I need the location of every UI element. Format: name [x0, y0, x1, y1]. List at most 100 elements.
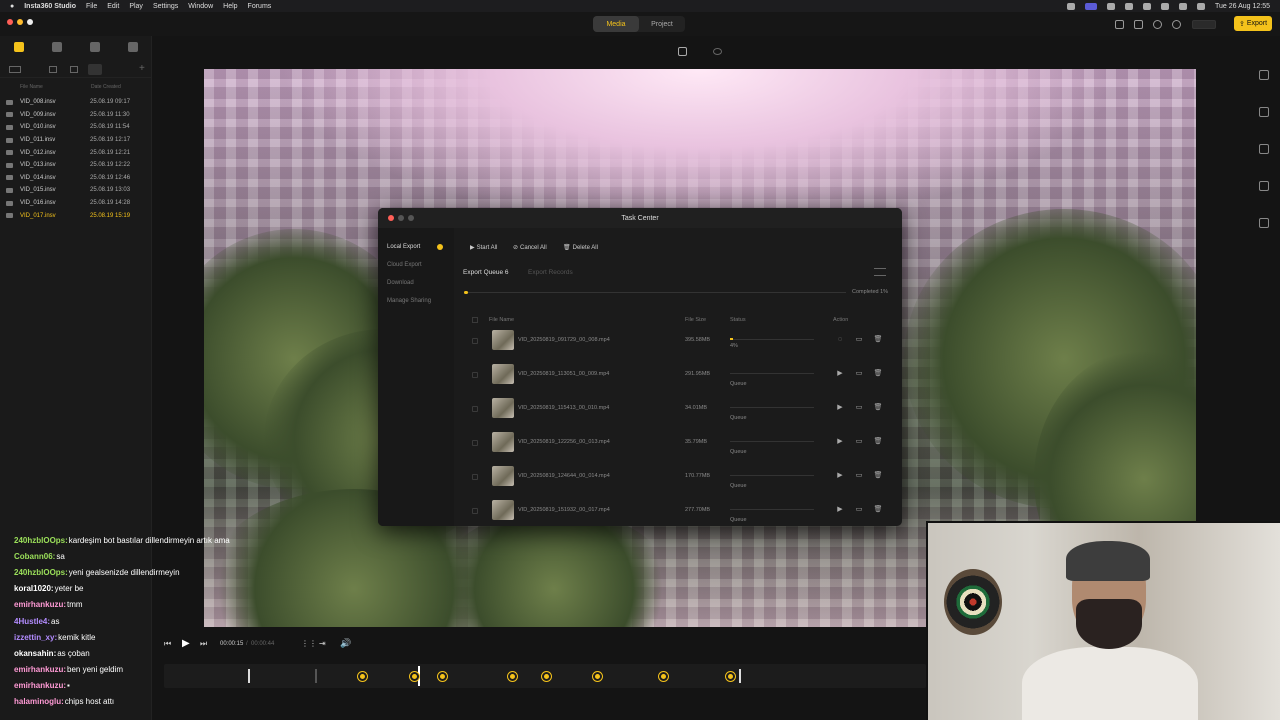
- nav-cloud-export[interactable]: Cloud Export: [387, 262, 422, 268]
- delete-task-icon[interactable]: 🗑: [874, 369, 883, 377]
- column-file-name[interactable]: File Name: [20, 84, 43, 90]
- task-checkbox[interactable]: [472, 406, 478, 412]
- nav-local-export[interactable]: Local Export: [387, 244, 420, 250]
- tab-media[interactable]: Media: [593, 16, 639, 32]
- library-file-row[interactable]: VID_009.insv 25.08.19 11:30: [0, 109, 152, 122]
- cloud-files-icon[interactable]: [90, 42, 100, 52]
- filter-icon[interactable]: [9, 66, 21, 73]
- keyframe[interactable]: [542, 672, 551, 681]
- dialog-zoom-icon[interactable]: [408, 215, 414, 221]
- keyframe[interactable]: [593, 672, 602, 681]
- library-file-row[interactable]: VID_010.insv 25.08.19 11:54: [0, 121, 152, 134]
- open-folder-icon[interactable]: ▭: [855, 403, 863, 411]
- volume-icon[interactable]: 🔊: [340, 638, 351, 649]
- list-view-icon[interactable]: [88, 64, 102, 75]
- local-files-icon[interactable]: [14, 42, 24, 52]
- preview-eye-icon[interactable]: [713, 48, 722, 55]
- delete-task-icon[interactable]: 🗑: [874, 437, 883, 445]
- control-center-icon[interactable]: [1196, 2, 1205, 10]
- stabilize-icon[interactable]: [1259, 144, 1269, 154]
- task-checkbox[interactable]: [472, 474, 478, 480]
- notification-icon[interactable]: [1153, 20, 1162, 29]
- delete-task-icon[interactable]: 🗑: [874, 335, 883, 343]
- delete-task-icon[interactable]: 🗑: [874, 505, 883, 513]
- audio-icon[interactable]: [1259, 218, 1269, 228]
- menubar-clock[interactable]: Tue 26 Aug 12:55: [1215, 3, 1270, 10]
- task-checkbox[interactable]: [472, 372, 478, 378]
- delete-task-icon[interactable]: 🗑: [874, 471, 883, 479]
- trim-icon[interactable]: ⇥: [319, 639, 326, 648]
- keyframe[interactable]: [358, 672, 367, 681]
- library-file-row[interactable]: VID_012.insv 25.08.19 12:21: [0, 146, 152, 159]
- start-task-icon[interactable]: ▶: [836, 471, 844, 479]
- keyframe[interactable]: [410, 672, 419, 681]
- edit-view-icon[interactable]: [678, 47, 687, 56]
- keyframe[interactable]: [726, 672, 735, 681]
- monitor-icon[interactable]: [1106, 2, 1115, 10]
- status-icon[interactable]: [1066, 2, 1075, 10]
- task-checkbox[interactable]: [472, 508, 478, 514]
- menu-help[interactable]: Help: [223, 3, 237, 10]
- effects-icon[interactable]: [1259, 107, 1269, 117]
- column-date-created[interactable]: Date Created: [91, 84, 121, 90]
- grid-view-icon[interactable]: [49, 66, 57, 73]
- export-button[interactable]: ⇪ Export: [1234, 16, 1272, 31]
- close-window-icon[interactable]: [7, 19, 13, 25]
- menu-forums[interactable]: Forums: [248, 3, 272, 10]
- nav-download[interactable]: Download: [387, 280, 414, 286]
- folder-icon[interactable]: [128, 42, 138, 52]
- menu-play[interactable]: Play: [129, 3, 143, 10]
- keyframe[interactable]: [659, 672, 668, 681]
- wifi-icon[interactable]: [1160, 2, 1169, 10]
- tab-export-queue[interactable]: Export Queue 6: [463, 269, 509, 276]
- dialog-close-icon[interactable]: [388, 215, 394, 221]
- library-file-row[interactable]: VID_011.insv 25.08.19 12:17: [0, 134, 152, 147]
- task-checkbox[interactable]: [472, 338, 478, 344]
- tab-project[interactable]: Project: [639, 16, 685, 32]
- task-checkbox[interactable]: [472, 440, 478, 446]
- start-all-button[interactable]: ▶ Start All: [470, 244, 497, 252]
- start-task-icon[interactable]: ▶: [836, 369, 844, 377]
- library-file-row[interactable]: VID_015.insv 25.08.19 13:03: [0, 184, 152, 197]
- pause-task-icon[interactable]: ◌: [836, 335, 844, 343]
- nav-manage-sharing[interactable]: Manage Sharing: [387, 298, 431, 304]
- tab-export-records[interactable]: Export Records: [528, 269, 573, 276]
- app-menu[interactable]: Insta360 Studio: [24, 3, 76, 10]
- keyframe[interactable]: [508, 672, 517, 681]
- open-folder-icon[interactable]: ▭: [855, 335, 863, 343]
- library-file-row[interactable]: VID_008.insv 25.08.19 09:17: [0, 96, 152, 109]
- library-file-row[interactable]: VID_013.insv 25.08.19 12:22: [0, 159, 152, 172]
- cloud-icon[interactable]: [1124, 2, 1133, 10]
- open-folder-icon[interactable]: ▭: [855, 369, 863, 377]
- color-icon[interactable]: [1259, 181, 1269, 191]
- start-task-icon[interactable]: ▶: [836, 403, 844, 411]
- open-folder-icon[interactable]: ▭: [855, 505, 863, 513]
- album-icon[interactable]: [52, 42, 62, 52]
- menu-window[interactable]: Window: [188, 3, 213, 10]
- start-task-icon[interactable]: ▶: [836, 505, 844, 513]
- library-file-row[interactable]: VID_017.insv 25.08.19 15:19: [0, 209, 152, 222]
- start-task-icon[interactable]: ▶: [836, 437, 844, 445]
- delete-all-button[interactable]: 🗑 Delete All: [563, 244, 598, 252]
- menu-settings[interactable]: Settings: [153, 3, 178, 10]
- volume-icon[interactable]: [1142, 2, 1151, 10]
- screen-share-icon[interactable]: [1084, 2, 1097, 10]
- open-folder-icon[interactable]: ▭: [855, 437, 863, 445]
- tile-view-icon[interactable]: [70, 66, 78, 73]
- library-file-row[interactable]: VID_014.insv 25.08.19 12:46: [0, 172, 152, 185]
- add-icon[interactable]: +: [139, 63, 145, 74]
- menu-edit[interactable]: Edit: [107, 3, 119, 10]
- account-icon[interactable]: [1172, 20, 1181, 29]
- open-folder-icon[interactable]: ▭: [855, 471, 863, 479]
- delete-task-icon[interactable]: 🗑: [874, 403, 883, 411]
- cancel-all-button[interactable]: ⊘ Cancel All: [513, 244, 547, 252]
- share-button[interactable]: [1192, 20, 1216, 29]
- search-icon[interactable]: [1178, 2, 1187, 10]
- sort-icon[interactable]: [874, 268, 886, 276]
- menu-file[interactable]: File: [86, 3, 97, 10]
- library-file-row[interactable]: VID_016.insv 25.08.19 14:28: [0, 197, 152, 210]
- adjust-icon[interactable]: [1259, 70, 1269, 80]
- dialog-minimize-icon[interactable]: [398, 215, 404, 221]
- edit-icon[interactable]: [1134, 20, 1143, 29]
- minimize-window-icon[interactable]: [17, 19, 23, 25]
